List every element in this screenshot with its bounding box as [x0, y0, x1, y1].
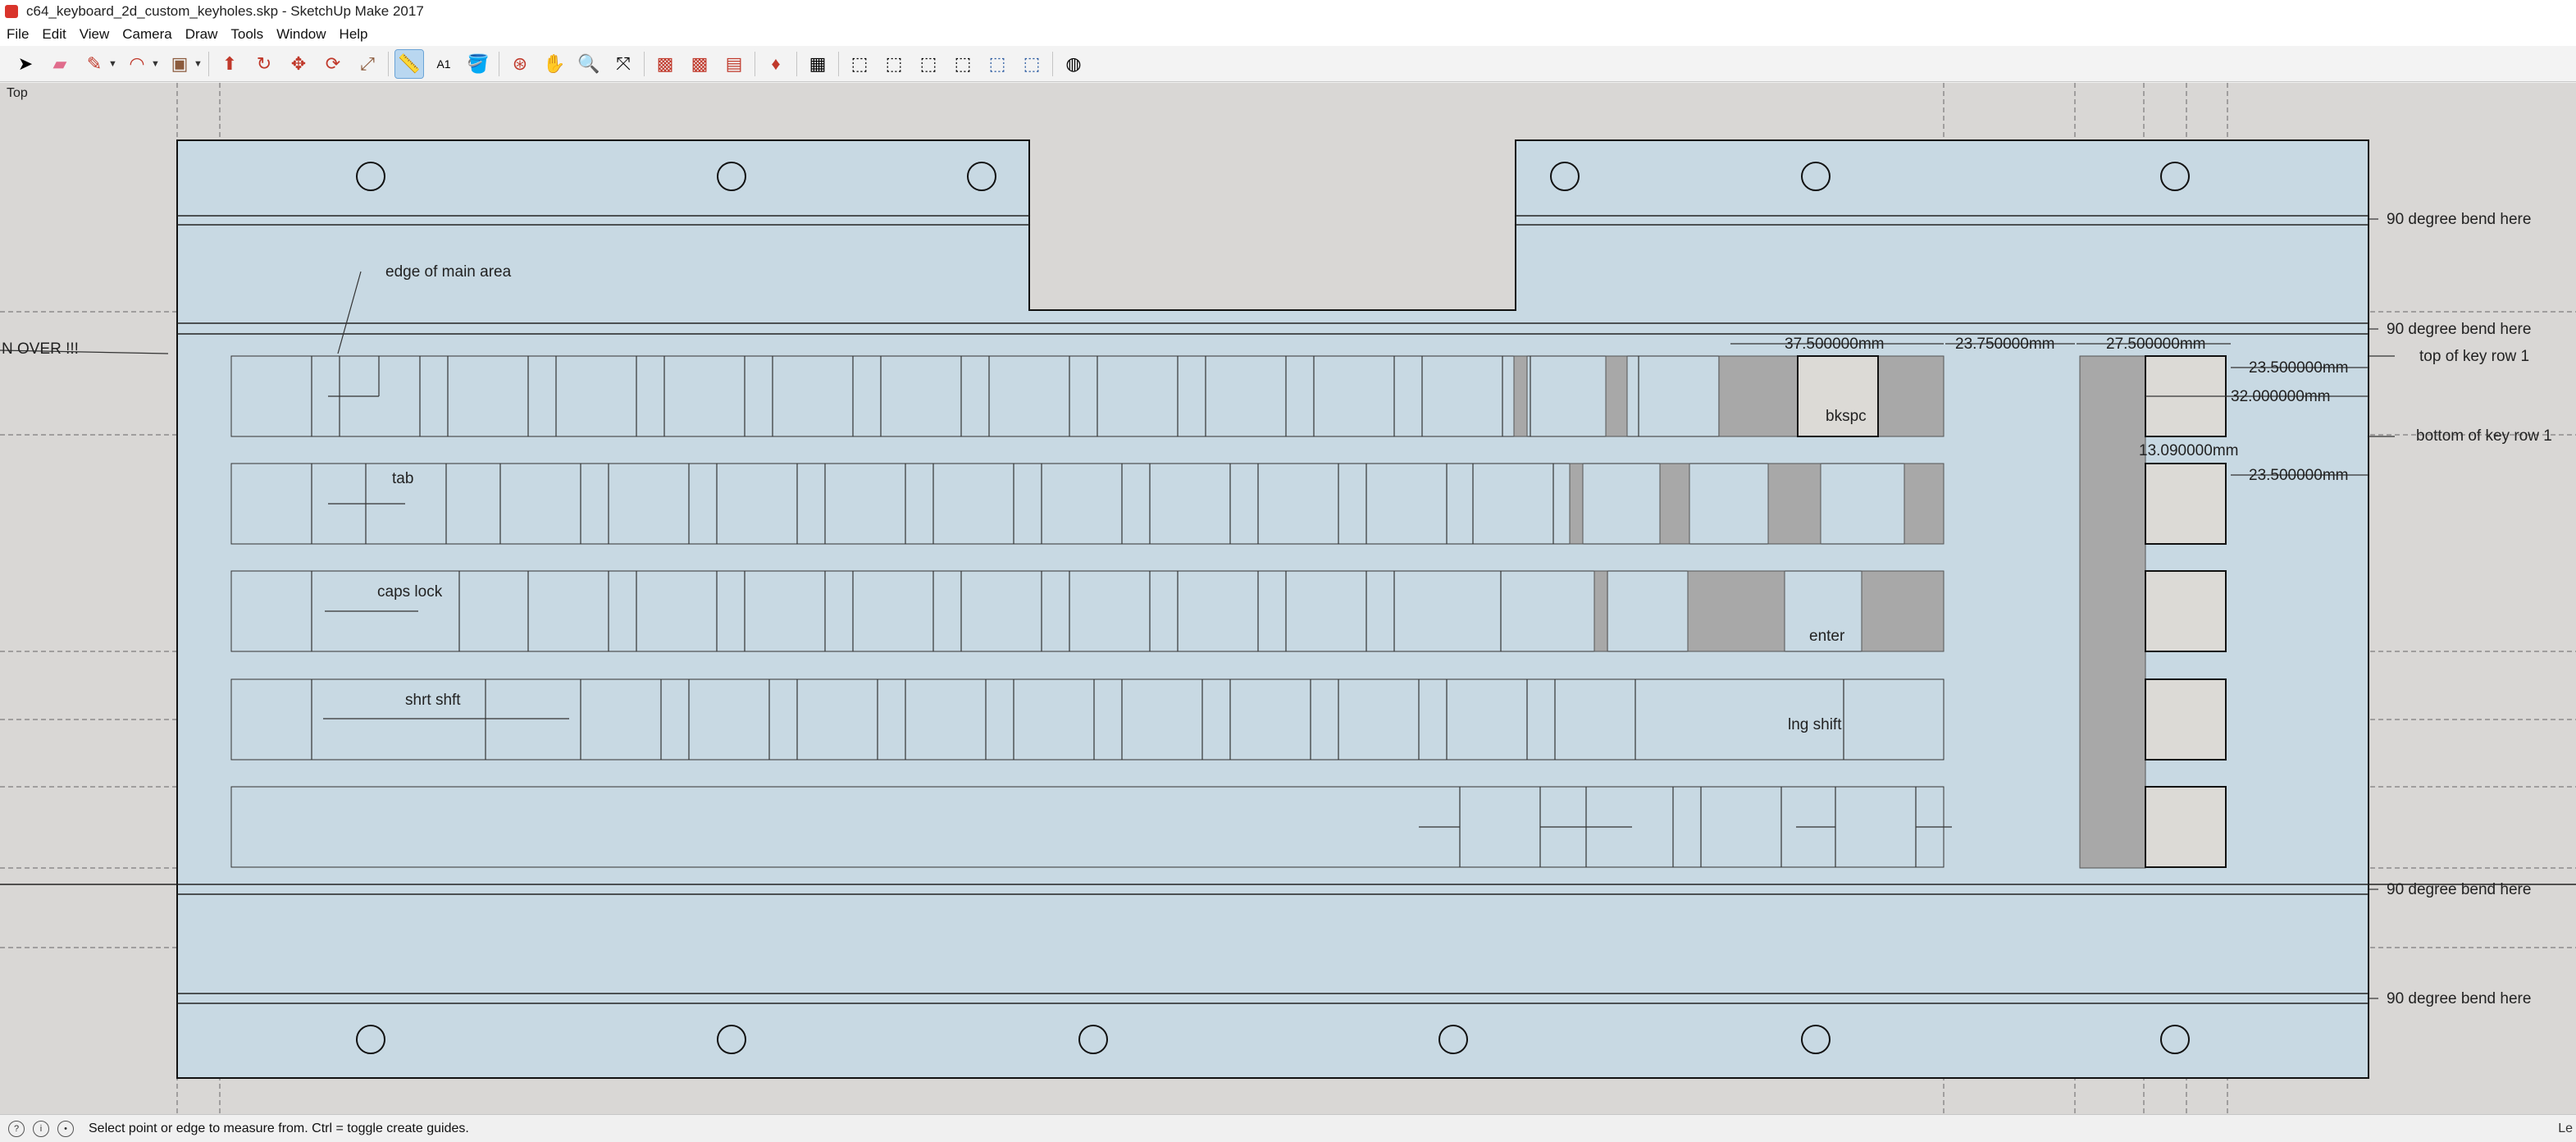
toolbar-separator: [838, 51, 839, 76]
dim-label-27-5: 27.500000mm: [2106, 336, 2205, 353]
drawing-canvas[interactable]: 90 degree bend here 90 degree bend here …: [0, 83, 2576, 1114]
menu-window[interactable]: Window: [270, 26, 332, 43]
toolbar-separator: [388, 51, 389, 76]
top-key-row-label: top of key row 1: [2419, 348, 2529, 365]
key-label-tab: tab: [392, 470, 413, 487]
window-title: c64_keyboard_2d_custom_keyholes.skp - Sk…: [26, 3, 424, 19]
scene-label: Top: [7, 86, 28, 100]
front-view-icon[interactable]: ⬚: [914, 50, 942, 78]
status-text: Select point or edge to measure from. Ct…: [89, 1121, 469, 1135]
scale-tool-icon[interactable]: ⤢: [353, 50, 381, 78]
3d-warehouse-icon[interactable]: ▩: [651, 50, 679, 78]
menu-tools[interactable]: Tools: [224, 26, 270, 43]
key-label-lng-shift: lng shift: [1788, 716, 1842, 733]
bend-label-4: 90 degree bend here: [2387, 990, 2531, 1007]
bend-label-1: 90 degree bend here: [2387, 211, 2531, 228]
menu-bar: File Edit View Camera Draw Tools Window …: [0, 23, 2576, 46]
dim-label-23-75: 23.750000mm: [1955, 336, 2054, 353]
text-tool-icon[interactable]: A1: [430, 50, 458, 78]
follow-me-tool-icon[interactable]: ↻: [250, 50, 278, 78]
key-label-caps-lock: caps lock: [377, 583, 443, 601]
bottom-key-row-label: bottom of key row 1: [2416, 427, 2552, 445]
menu-camera[interactable]: Camera: [116, 26, 178, 43]
orbit-tool-icon[interactable]: ⊛: [506, 50, 534, 78]
dim-label-13-09: 13.090000mm: [2139, 442, 2238, 459]
iso-view-icon[interactable]: ⬚: [846, 50, 873, 78]
key-label-shrt-shft: shrt shft: [405, 692, 461, 709]
status-bar: ? i • Select point or edge to measure fr…: [0, 1114, 2576, 1142]
components-icon[interactable]: ▦: [804, 50, 832, 78]
line-tool-icon[interactable]: ✎: [80, 50, 108, 78]
panel-outline[interactable]: [176, 139, 2369, 1079]
paint-bucket-tool-icon[interactable]: 🪣: [464, 50, 492, 78]
over-warning-label: N OVER !!!: [2, 340, 79, 358]
drawing-viewport[interactable]: 90 degree bend here 90 degree bend here …: [0, 83, 2576, 1114]
zoom-extents-tool-icon[interactable]: ⤧: [609, 50, 637, 78]
dim-label-32: 32.000000mm: [2231, 388, 2330, 405]
push-pull-tool-icon[interactable]: ⬆: [216, 50, 244, 78]
bend-label-3: 90 degree bend here: [2387, 881, 2531, 898]
ruby-console-icon[interactable]: ♦: [762, 50, 790, 78]
chevron-down-icon[interactable]: ▼: [108, 59, 117, 69]
right-view-icon[interactable]: ⬚: [949, 50, 977, 78]
top-view-icon[interactable]: ⬚: [880, 50, 908, 78]
pan-tool-icon[interactable]: ✋: [540, 50, 568, 78]
toolbar: ➤ ▰ ✎ ▼ ◠ ▼ ▣ ▼ ⬆ ↻ ✥ ⟳ ⤢ 📏 A1 🪣 ⊛ ✋ 🔍 ⤧…: [0, 46, 2576, 82]
edge-main-area-label: edge of main area: [385, 263, 512, 281]
chevron-down-icon[interactable]: ▼: [194, 59, 203, 69]
toolbar-separator: [208, 51, 209, 76]
measurements-label: Le: [2558, 1121, 2573, 1135]
info-icon[interactable]: i: [33, 1120, 49, 1137]
title-bar: c64_keyboard_2d_custom_keyholes.skp - Sk…: [0, 0, 2576, 23]
bend-label-2: 90 degree bend here: [2387, 321, 2531, 338]
dim-label-23-5-b: 23.500000mm: [2249, 467, 2348, 484]
eraser-tool-icon[interactable]: ▰: [46, 50, 74, 78]
rotate-tool-icon[interactable]: ⟳: [319, 50, 347, 78]
layout-icon[interactable]: ▤: [720, 50, 748, 78]
help-icon[interactable]: ?: [8, 1120, 25, 1137]
toolbar-separator: [796, 51, 797, 76]
menu-help[interactable]: Help: [333, 26, 375, 43]
dim-label-37-5: 37.500000mm: [1785, 336, 1884, 353]
move-tool-icon[interactable]: ✥: [285, 50, 312, 78]
toolbar-separator: [644, 51, 645, 76]
key-label-bkspc: bkspc: [1826, 408, 1867, 425]
sketchup-logo-icon: [5, 5, 18, 18]
shape-tool-icon[interactable]: ▣: [166, 50, 194, 78]
select-tool-icon[interactable]: ➤: [11, 50, 39, 78]
zoom-tool-icon[interactable]: 🔍: [575, 50, 603, 78]
dim-label-23-5-a: 23.500000mm: [2249, 359, 2348, 377]
key-label-enter: enter: [1809, 628, 1845, 645]
menu-view[interactable]: View: [73, 26, 116, 43]
back-view-icon[interactable]: ⬚: [983, 50, 1011, 78]
left-view-icon[interactable]: ⬚: [1018, 50, 1046, 78]
extension-warehouse-icon[interactable]: ▩: [686, 50, 714, 78]
model-info-icon[interactable]: ◍: [1060, 50, 1087, 78]
menu-draw[interactable]: Draw: [179, 26, 225, 43]
menu-edit[interactable]: Edit: [35, 26, 72, 43]
menu-file[interactable]: File: [0, 26, 35, 43]
arc-tool-icon[interactable]: ◠: [123, 50, 151, 78]
toolbar-separator: [1052, 51, 1053, 76]
user-icon[interactable]: •: [57, 1120, 74, 1137]
tape-measure-tool-icon[interactable]: 📏: [394, 48, 424, 79]
chevron-down-icon[interactable]: ▼: [151, 59, 160, 69]
